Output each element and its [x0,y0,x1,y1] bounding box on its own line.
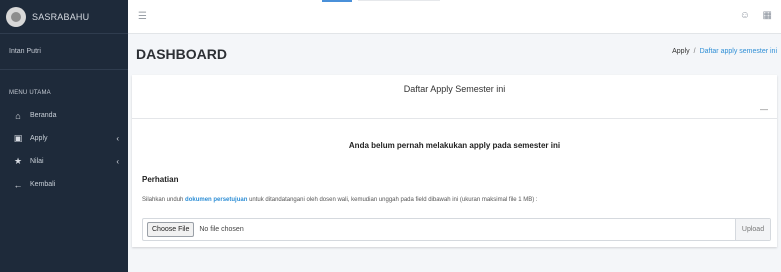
breadcrumb-separator: / [693,48,696,55]
hamburger-icon[interactable]: ☰ [138,11,147,22]
chevron-left-icon: ‹ [116,134,119,143]
home-icon: ⌂ [15,110,21,121]
page-title: DASHBOARD [136,46,227,62]
note-suffix: untuk ditandatangani oleh dosen wali, ke… [249,197,538,203]
content-header: DASHBOARD Apply / Daftar apply semester in… [128,34,781,74]
user-panel[interactable]: Intan Putri [0,34,128,70]
sidebar-item-nilai[interactable]: ★ Nilai ‹ [0,150,128,173]
card-header: Daftar Apply Semester ini — [132,75,777,119]
brand[interactable]: SASRABAHU [0,0,128,34]
file-status: No file chosen [199,226,244,233]
choose-file-button[interactable]: Choose File [147,222,195,237]
sidebar-item-beranda[interactable]: ⌂ Beranda [0,104,128,127]
chevron-left-icon: ‹ [116,157,119,166]
sidebar-item-kembali[interactable]: ← Kembali [0,173,128,196]
sidebar-item-label: Kembali [30,181,56,188]
sidebar-item-apply[interactable]: ▣ Apply ‹ [0,127,128,150]
apply-card: Daftar Apply Semester ini — Anda belum p… [132,75,777,247]
arrow-left-icon: ← [13,179,23,190]
divider [358,0,440,1]
user-icon[interactable]: ☺ [740,10,750,21]
user-name: Intan Putri [9,48,41,55]
logo-icon [6,6,26,27]
upload-button[interactable]: Upload [735,219,770,240]
card-title: Daftar Apply Semester ini [403,84,506,94]
file-icon: ▣ [13,133,23,143]
sidebar-item-label: Apply [30,135,48,142]
brand-name: SASRABAHU [32,11,90,22]
note-prefix: Silahkan unduh [142,197,184,203]
collapse-button[interactable]: — [760,105,768,114]
attention-heading: Perhatian [142,175,179,184]
file-upload-group: Choose File No file chosen Upload [142,218,771,241]
sidebar-item-label: Beranda [30,112,57,119]
instruction-text: Silahkan unduh dokumen persetujuan untuk… [142,197,538,203]
document-link[interactable]: dokumen persetujuan [185,197,247,203]
topbar: ☰ ☺ ▦ [128,0,781,34]
grid-icon[interactable]: ▦ [763,10,772,21]
sidebar: SASRABAHU Intan Putri MENU UTAMA ⌂ Beran… [0,0,128,272]
top-accent-line [322,0,352,2]
breadcrumb: Apply / Daftar apply semester ini [672,48,777,55]
breadcrumb-current[interactable]: Daftar apply semester ini [700,48,777,55]
empty-message: Anda belum pernah melakukan apply pada s… [348,141,561,150]
star-icon: ★ [13,156,23,166]
sidebar-item-label: Nilai [30,158,44,165]
sidebar-nav: ⌂ Beranda ▣ Apply ‹ ★ Nilai ‹ ← Kembali [0,104,128,196]
breadcrumb-parent[interactable]: Apply [672,48,690,55]
menu-heading: MENU UTAMA [9,90,51,96]
